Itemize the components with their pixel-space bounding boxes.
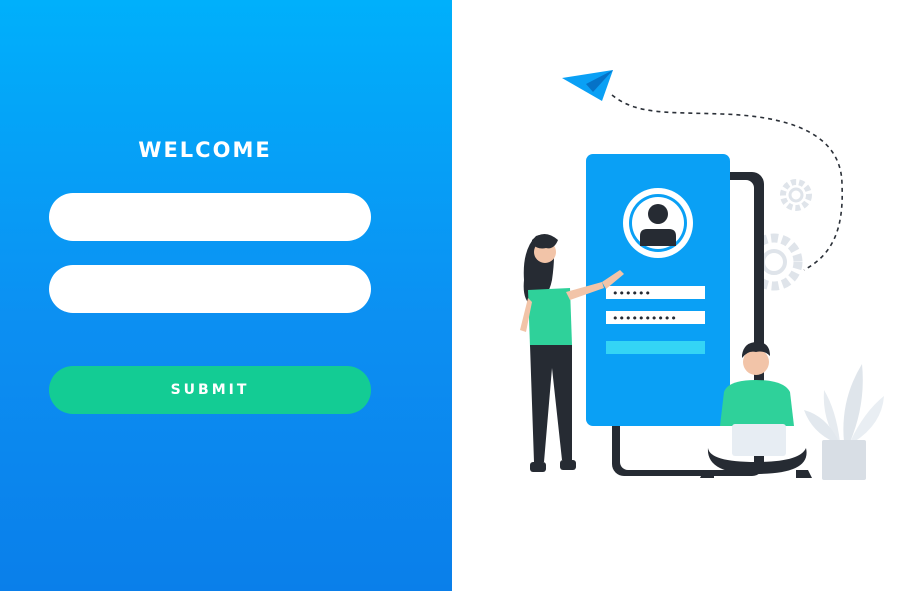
welcome-title: WELCOME [138, 138, 272, 162]
user-avatar-icon [623, 188, 693, 258]
gear-icon [780, 179, 812, 211]
username-input[interactable] [49, 193, 371, 241]
password-input[interactable] [49, 265, 371, 313]
paper-plane-icon [562, 70, 613, 101]
submit-button[interactable]: SUBMIT [49, 366, 371, 414]
login-panel: WELCOME SUBMIT [0, 0, 452, 591]
plant-icon [804, 364, 884, 480]
login-page: WELCOME SUBMIT •••••• •••••••••• [0, 0, 900, 591]
laptop [732, 424, 786, 456]
login-illustration: •••••• •••••••••• [520, 70, 884, 480]
plant-pot [822, 440, 866, 480]
phone-password-mask-short: •••••• [612, 287, 651, 300]
illustration-panel: •••••• •••••••••• [452, 0, 900, 591]
phone-password-mask-long: •••••••••• [612, 312, 677, 325]
phone-submit-bar [606, 341, 705, 354]
